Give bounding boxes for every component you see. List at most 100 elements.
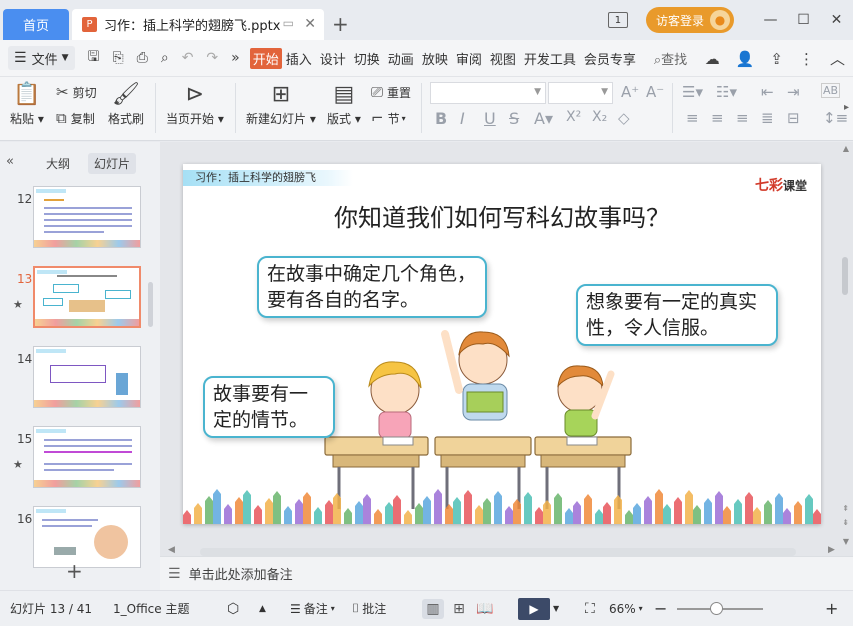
fit-window-icon[interactable]: ⛶ <box>585 601 595 617</box>
bold-icon[interactable]: B <box>435 109 447 128</box>
panel-scrollbar[interactable] <box>148 282 153 327</box>
chevron-down-icon[interactable]: ▼ <box>553 604 559 613</box>
next-page-icon[interactable]: ⇟ <box>842 518 849 527</box>
zoom-slider-knob[interactable] <box>709 602 723 615</box>
guest-login-button[interactable]: 访客登录 ● <box>645 7 734 33</box>
decrease-font-icon[interactable]: A⁻ <box>646 83 664 101</box>
menu-item-start[interactable]: 开始 <box>249 47 282 69</box>
underline-icon[interactable]: U <box>484 109 496 128</box>
zoom-level[interactable]: 66% ▾ <box>609 602 643 616</box>
reset-button[interactable]: ⎚ 重置 <box>371 83 411 101</box>
scroll-left-icon[interactable]: ◀ <box>168 545 175 555</box>
cube-icon[interactable]: ⬡ <box>227 601 239 617</box>
share-icon[interactable]: ⇪ <box>770 50 783 68</box>
increase-indent-icon[interactable]: ⇥ <box>787 83 800 101</box>
menu-item-review[interactable]: 审阅 <box>456 49 482 68</box>
zoom-out-button[interactable]: − <box>654 599 667 618</box>
current-slide[interactable]: 习作：插上科学的翅膀飞 七彩课堂 你知道我们如何写科幻故事吗？ 在故事中确定几个… <box>183 164 821 524</box>
slide-thumbnail[interactable]: 14 <box>0 346 150 410</box>
cut-button[interactable]: ✂ 剪切 <box>56 83 97 101</box>
search-button[interactable]: ⌕查找 <box>654 49 687 68</box>
format-painter-button[interactable]: 🖌 格式刷 <box>108 80 144 127</box>
clear-format-icon[interactable]: ◇ <box>618 109 630 127</box>
more-options-icon[interactable]: ⋮ <box>799 50 814 68</box>
slide-thumbnail-current[interactable]: 13 ★ <box>0 266 150 330</box>
menu-item-developer[interactable]: 开发工具 <box>524 49 576 68</box>
reading-view-icon[interactable]: 📖 <box>474 599 496 619</box>
text-direction-icon[interactable]: AB <box>821 83 841 98</box>
chevron-up-icon[interactable]: ▲ <box>259 604 266 614</box>
strikethrough-icon[interactable]: S <box>509 109 519 128</box>
prev-page-icon[interactable]: ⇞ <box>842 504 849 513</box>
redo-icon[interactable]: ↷ <box>206 50 218 66</box>
menu-item-animation[interactable]: 动画 <box>388 49 414 68</box>
align-right-icon[interactable]: ≡ <box>736 109 749 127</box>
section-button[interactable]: ⌐ 节 ▾ <box>371 109 406 127</box>
save-icon[interactable]: 🖫 <box>88 46 100 70</box>
layout-button[interactable]: ▤ 版式 ▾ <box>327 80 361 127</box>
distribute-icon[interactable]: ⊟ <box>787 109 800 127</box>
collapse-ribbon-icon[interactable]: ︿ <box>830 48 845 69</box>
increase-font-icon[interactable]: A⁺ <box>621 83 639 101</box>
menu-item-member[interactable]: 会员专享 <box>584 49 636 68</box>
comments-button[interactable]: ⌷ 批注 <box>352 600 386 617</box>
file-menu-button[interactable]: ☰ 文件 ▼ <box>8 46 75 70</box>
new-slide-button[interactable]: ⊞ 新建幻灯片 ▾ <box>246 80 316 127</box>
font-name-select[interactable]: ▼ <box>430 82 546 104</box>
menu-item-insert[interactable]: 插入 <box>286 49 312 68</box>
add-slide-button[interactable]: + <box>66 559 83 583</box>
ribbon-scroll-right-icon[interactable]: ▸ <box>844 102 849 113</box>
menu-item-transition[interactable]: 切换 <box>354 49 380 68</box>
font-size-select[interactable]: ▼ <box>548 82 613 104</box>
paste-button[interactable]: 📋 粘贴 ▾ <box>10 80 44 127</box>
subscript-icon[interactable]: X₂ <box>592 109 607 125</box>
more-icon[interactable]: » <box>231 50 240 66</box>
notes-pane[interactable]: ☰ 单击此处添加备注 <box>160 556 853 590</box>
scrollbar-thumb[interactable] <box>842 257 848 295</box>
slide-thumbnail[interactable]: 12 <box>0 186 150 250</box>
normal-view-icon[interactable]: ▥ <box>422 598 444 619</box>
maximize-icon[interactable]: ☐ <box>787 12 820 28</box>
slide-sorter-icon[interactable]: ⊞ <box>448 599 470 619</box>
vertical-scrollbar[interactable]: ▲ ⇞ ⇟ ▼ <box>840 142 851 556</box>
tab-slides[interactable]: 幻灯片 <box>88 153 137 174</box>
superscript-icon[interactable]: X² <box>566 109 581 125</box>
zoom-in-button[interactable]: + <box>825 599 838 618</box>
italic-icon[interactable]: I <box>460 109 465 128</box>
play-from-current-button[interactable]: ⊳ 当页开始 ▾ <box>166 80 224 127</box>
collaborate-icon[interactable]: 👤 <box>736 50 755 68</box>
print-icon[interactable]: ⎙ <box>137 50 148 66</box>
menu-item-slideshow[interactable]: 放映 <box>422 49 448 68</box>
window-icon[interactable]: ▭ <box>283 16 294 30</box>
minimize-icon[interactable]: — <box>754 12 787 28</box>
tab-home[interactable]: 首页 <box>3 9 69 40</box>
numbered-list-icon[interactable]: ☷▾ <box>716 83 737 101</box>
undo-icon[interactable]: ↶ <box>182 50 194 66</box>
notes-placeholder[interactable]: 单击此处添加备注 <box>189 564 293 583</box>
justify-icon[interactable]: ≣ <box>761 109 774 127</box>
font-color-icon[interactable]: A▾ <box>534 109 553 128</box>
play-slideshow-button[interactable]: ▶ <box>518 597 550 620</box>
new-tab-button[interactable]: + <box>332 12 349 36</box>
export-icon[interactable]: ⎘ <box>112 50 123 66</box>
horizontal-scrollbar[interactable] <box>200 548 796 556</box>
menu-item-view[interactable]: 视图 <box>490 49 516 68</box>
page-indicator-icon[interactable]: 1 <box>607 12 628 28</box>
scroll-up-icon[interactable]: ▲ <box>843 144 849 153</box>
zoom-slider[interactable] <box>677 602 763 615</box>
close-window-icon[interactable]: ✕ <box>820 12 853 28</box>
menu-item-design[interactable]: 设计 <box>320 49 346 68</box>
collapse-panel-icon[interactable]: « <box>6 154 14 169</box>
slide-thumbnail[interactable]: 15 ★ <box>0 426 150 490</box>
decrease-indent-icon[interactable]: ⇤ <box>761 83 774 101</box>
scroll-right-icon[interactable]: ▶ <box>828 545 835 555</box>
align-center-icon[interactable]: ≡ <box>711 109 724 127</box>
copy-button[interactable]: ⧉ 复制 <box>56 109 95 127</box>
cloud-sync-icon[interactable]: ☁ <box>705 50 720 68</box>
theme-name[interactable]: 1_Office 主题 <box>113 600 189 617</box>
notes-toggle-button[interactable]: ☰ 备注 ▾ <box>290 600 335 617</box>
preview-icon[interactable]: ⌕ <box>161 50 169 66</box>
close-tab-icon[interactable]: ✕ <box>304 16 316 32</box>
bullet-list-icon[interactable]: ☰▾ <box>682 83 703 101</box>
tab-outline[interactable]: 大纲 <box>40 153 76 174</box>
